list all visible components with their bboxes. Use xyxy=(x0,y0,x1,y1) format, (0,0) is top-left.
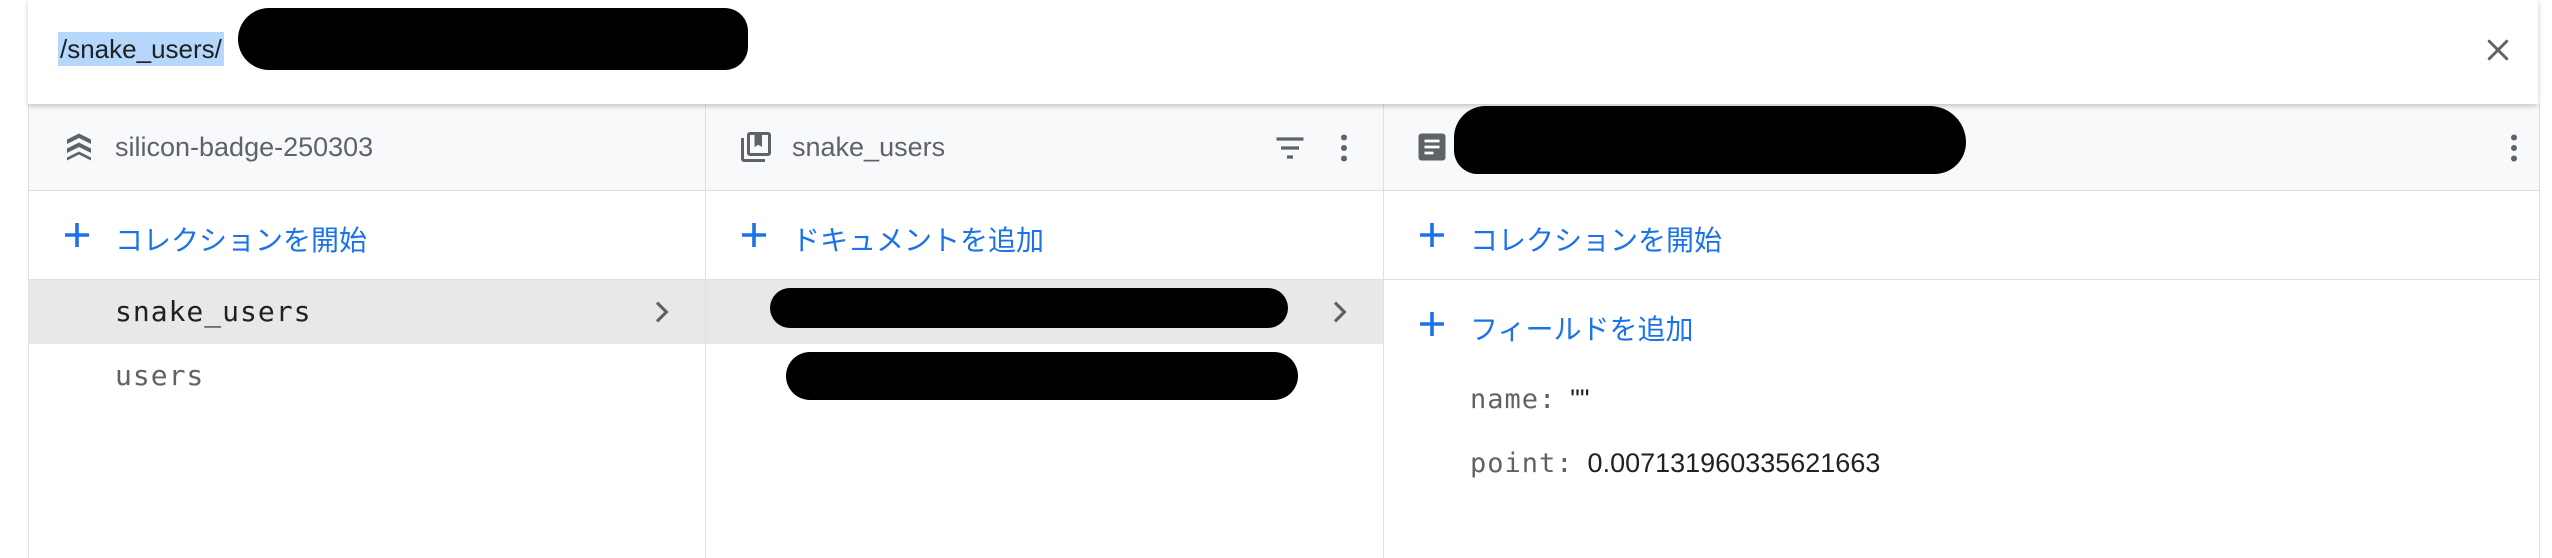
collection-title: snake_users xyxy=(792,132,946,162)
firestore-database-icon xyxy=(67,133,91,161)
more-vert-icon[interactable] xyxy=(1326,130,1362,166)
root-panel-header: silicon-badge-250303 xyxy=(29,104,705,191)
plus-icon xyxy=(1420,312,1444,336)
start-subcollection-button[interactable]: コレクションを開始 xyxy=(1384,191,2539,280)
field-row-name[interactable]: name: "" xyxy=(1470,384,1589,415)
document-panel-header xyxy=(1384,104,2539,191)
close-button[interactable] xyxy=(2478,30,2518,70)
add-document-label: ドキュメントを追加 xyxy=(792,225,1045,256)
collection-icon xyxy=(741,132,771,162)
document-item[interactable] xyxy=(706,344,1383,408)
path-text[interactable]: /snake_users/ xyxy=(58,32,224,66)
collection-item-label: users xyxy=(115,359,205,392)
path-bar[interactable]: /snake_users/ xyxy=(28,0,2538,104)
collection-item-label: snake_users xyxy=(115,295,312,328)
start-collection-label: コレクションを開始 xyxy=(115,225,368,256)
add-field-button[interactable]: フィールドを追加 xyxy=(1384,280,2539,368)
field-row-point[interactable]: point: 0.007131960335621663 xyxy=(1470,448,1880,479)
field-value: 0.007131960335621663 xyxy=(1587,448,1881,478)
root-panel: silicon-badge-250303 コレクションを開始 snake_use… xyxy=(29,104,706,558)
more-vert-icon[interactable] xyxy=(2496,130,2532,166)
redacted-document-id xyxy=(786,352,1298,400)
data-panels: silicon-badge-250303 コレクションを開始 snake_use… xyxy=(28,104,2540,558)
document-panel: コレクションを開始 フィールドを追加 name: "" point: 0.00713… xyxy=(1384,104,2539,558)
collection-item-snake-users[interactable]: snake_users xyxy=(29,280,705,344)
plus-icon xyxy=(742,223,766,247)
plus-icon xyxy=(1420,223,1444,247)
redacted-document-id xyxy=(770,288,1288,328)
document-item[interactable] xyxy=(706,280,1383,344)
redacted-document-title xyxy=(1454,106,1966,174)
redacted-path-segment xyxy=(238,8,748,70)
start-subcollection-label: コレクションを開始 xyxy=(1470,225,1723,256)
collection-item-users[interactable]: users xyxy=(29,344,705,408)
close-icon xyxy=(2487,39,2509,61)
collection-panel-header: snake_users xyxy=(706,104,1383,191)
start-collection-button[interactable]: コレクションを開始 xyxy=(29,191,705,280)
add-document-button[interactable]: ドキュメントを追加 xyxy=(706,191,1383,280)
add-field-label: フィールドを追加 xyxy=(1470,314,1694,345)
project-title: silicon-badge-250303 xyxy=(115,132,374,162)
chevron-right-icon xyxy=(1333,301,1347,323)
collection-panel: snake_users ドキュメントを追加 xyxy=(706,104,1384,558)
filter-icon[interactable] xyxy=(1272,130,1308,166)
chevron-right-icon xyxy=(655,301,669,323)
document-icon xyxy=(1418,133,1446,161)
plus-icon xyxy=(65,223,89,247)
field-key: name: xyxy=(1470,384,1557,415)
field-key: point: xyxy=(1470,448,1574,479)
field-value: "" xyxy=(1570,384,1590,414)
